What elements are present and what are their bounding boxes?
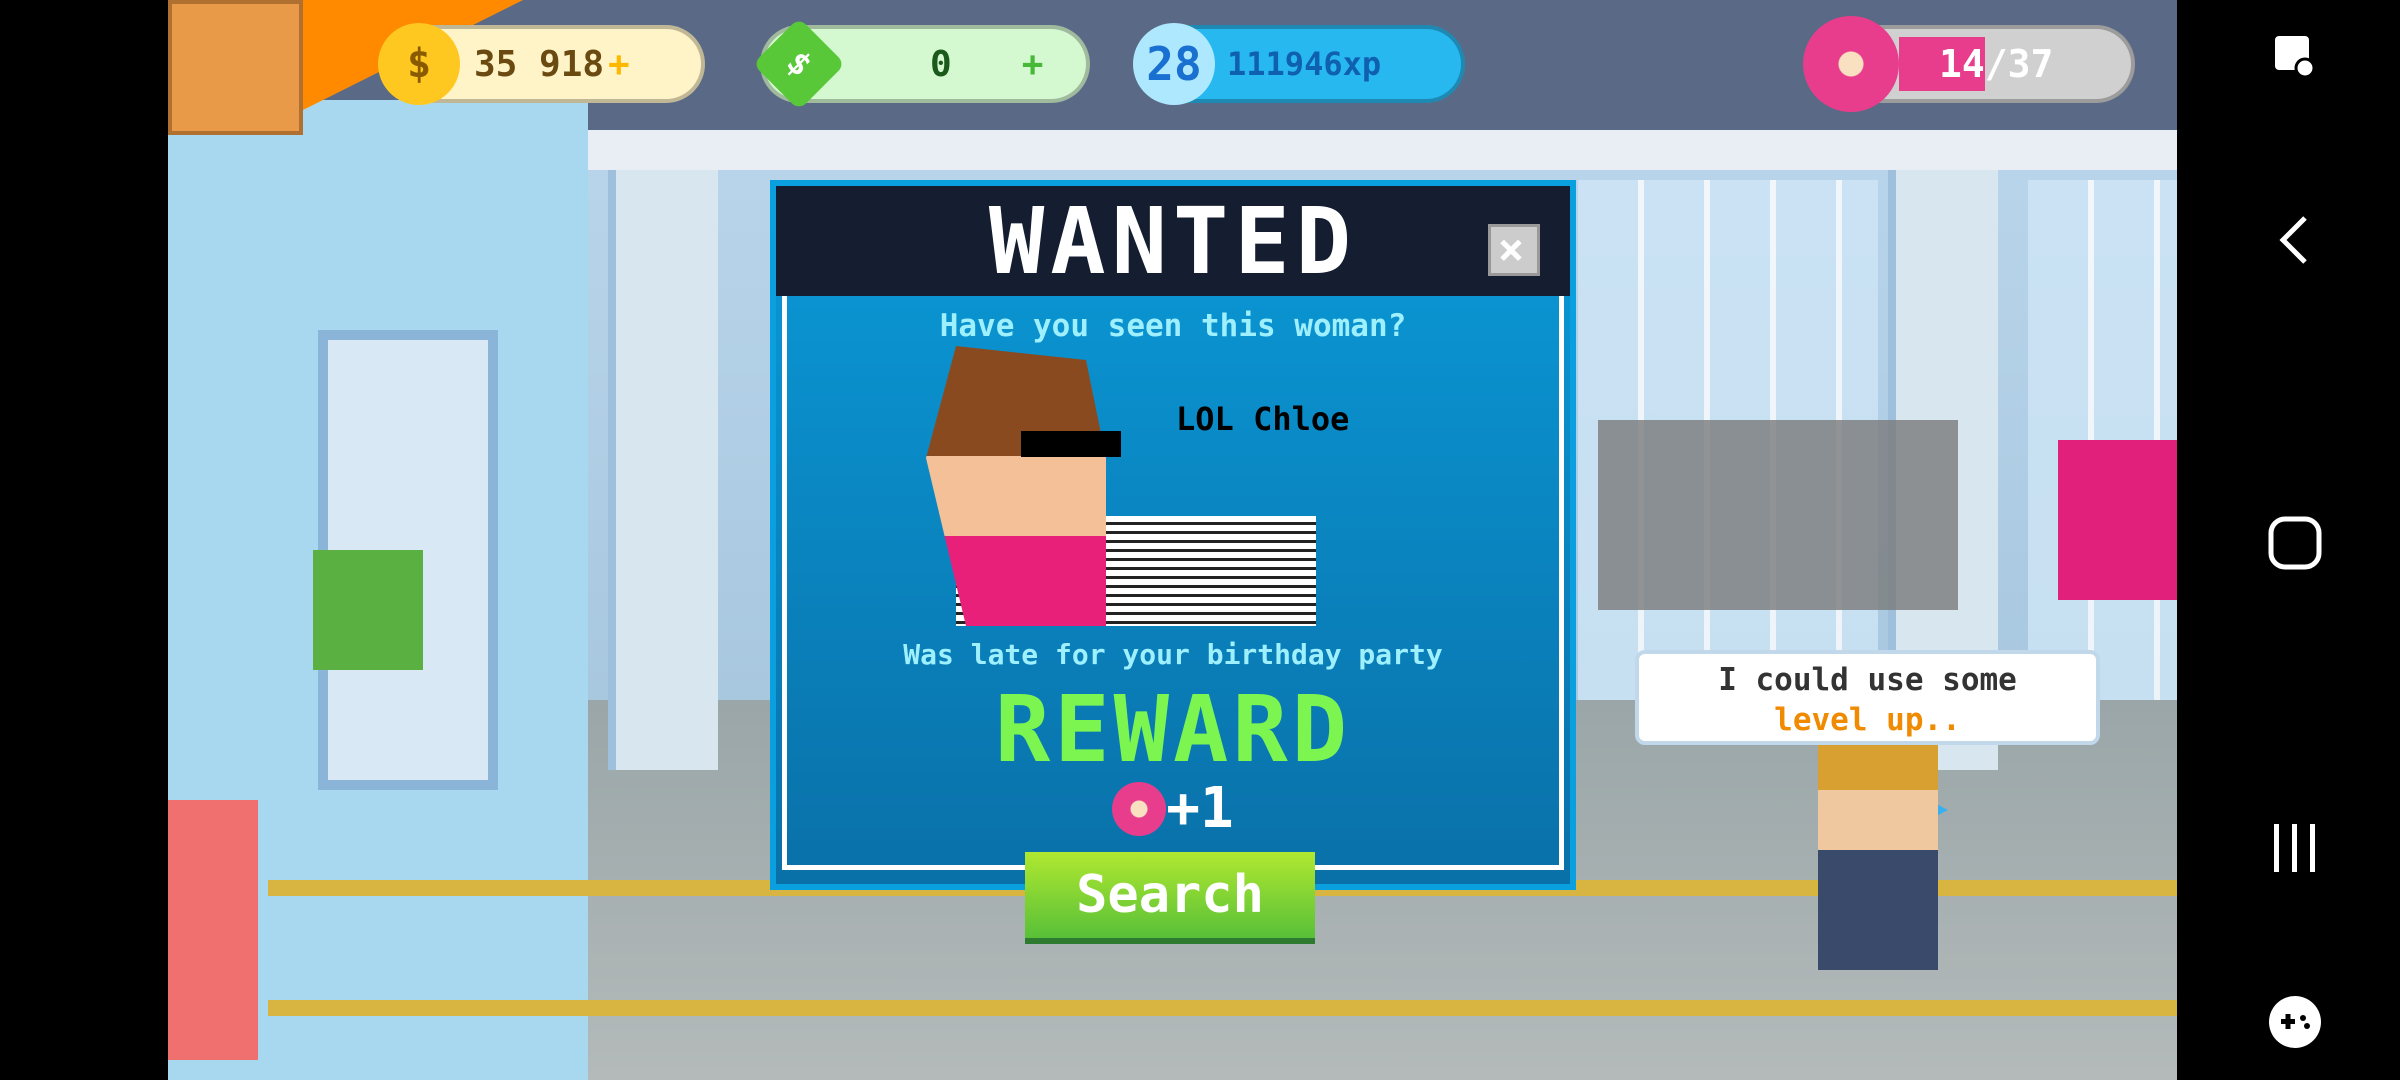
donut-icon <box>1803 16 1899 112</box>
car-chassis <box>1598 420 1958 610</box>
floor-line <box>268 1000 2177 1016</box>
suspect-name: LOL Chloe <box>1176 400 1350 438</box>
recents-icon[interactable] <box>2267 820 2323 876</box>
pink-car <box>2058 440 2177 600</box>
pillar <box>608 170 718 770</box>
speech-bubble: I could use some level up.. <box>1635 650 2100 745</box>
coins-counter[interactable]: $ 35 918 + <box>378 23 705 105</box>
game-tools-icon[interactable] <box>2267 994 2323 1050</box>
donut-progress-text: 14/37 <box>1939 42 2054 86</box>
sunglasses-icon <box>1021 431 1121 457</box>
speech-line-2: level up.. <box>1774 702 1961 738</box>
xp-value: 111946xp <box>1227 45 1382 83</box>
reward-amount: +1 <box>1166 776 1234 841</box>
game-scene[interactable]: $ 35 918 + $ 0 + 28 111946xp 14/37 WANTE… <box>168 0 2177 1080</box>
wall-trim <box>168 800 258 1060</box>
bush <box>313 550 423 670</box>
crime-description: Was late for your birthday party <box>903 638 1443 671</box>
add-coins-button[interactable]: + <box>608 44 630 85</box>
level-badge: 28 <box>1133 23 1215 105</box>
worker-character[interactable] <box>1818 730 1938 970</box>
player-avatar[interactable] <box>168 0 303 135</box>
coin-icon: $ <box>378 23 460 105</box>
home-icon[interactable] <box>2267 515 2323 571</box>
cash-icon: $ <box>752 17 846 111</box>
coins-value: 35 918 <box>474 43 605 85</box>
close-button[interactable]: × <box>1488 224 1540 276</box>
add-cash-button[interactable]: + <box>1022 44 1044 85</box>
xp-counter: 28 111946xp <box>1133 23 1465 105</box>
donut-counter[interactable]: 14/37 <box>1803 16 2135 112</box>
question-text: Have you seen this woman? <box>939 308 1407 344</box>
cash-counter[interactable]: $ 0 + <box>752 17 1090 111</box>
system-nav-bar <box>2177 0 2400 1080</box>
wanted-dialog: WANTED × Have you seen this woman? LOL C… <box>770 180 1576 890</box>
donut-icon <box>1112 781 1167 836</box>
cash-value: 0 <box>930 43 952 85</box>
dialog-title: WANTED <box>988 187 1358 295</box>
back-icon[interactable] <box>2267 212 2323 268</box>
screenshot-edit-icon[interactable] <box>2267 28 2323 84</box>
reward-title: REWARD <box>994 676 1352 783</box>
search-button[interactable]: Search <box>1025 852 1315 944</box>
speech-line-1: I could use some <box>1718 662 2017 698</box>
